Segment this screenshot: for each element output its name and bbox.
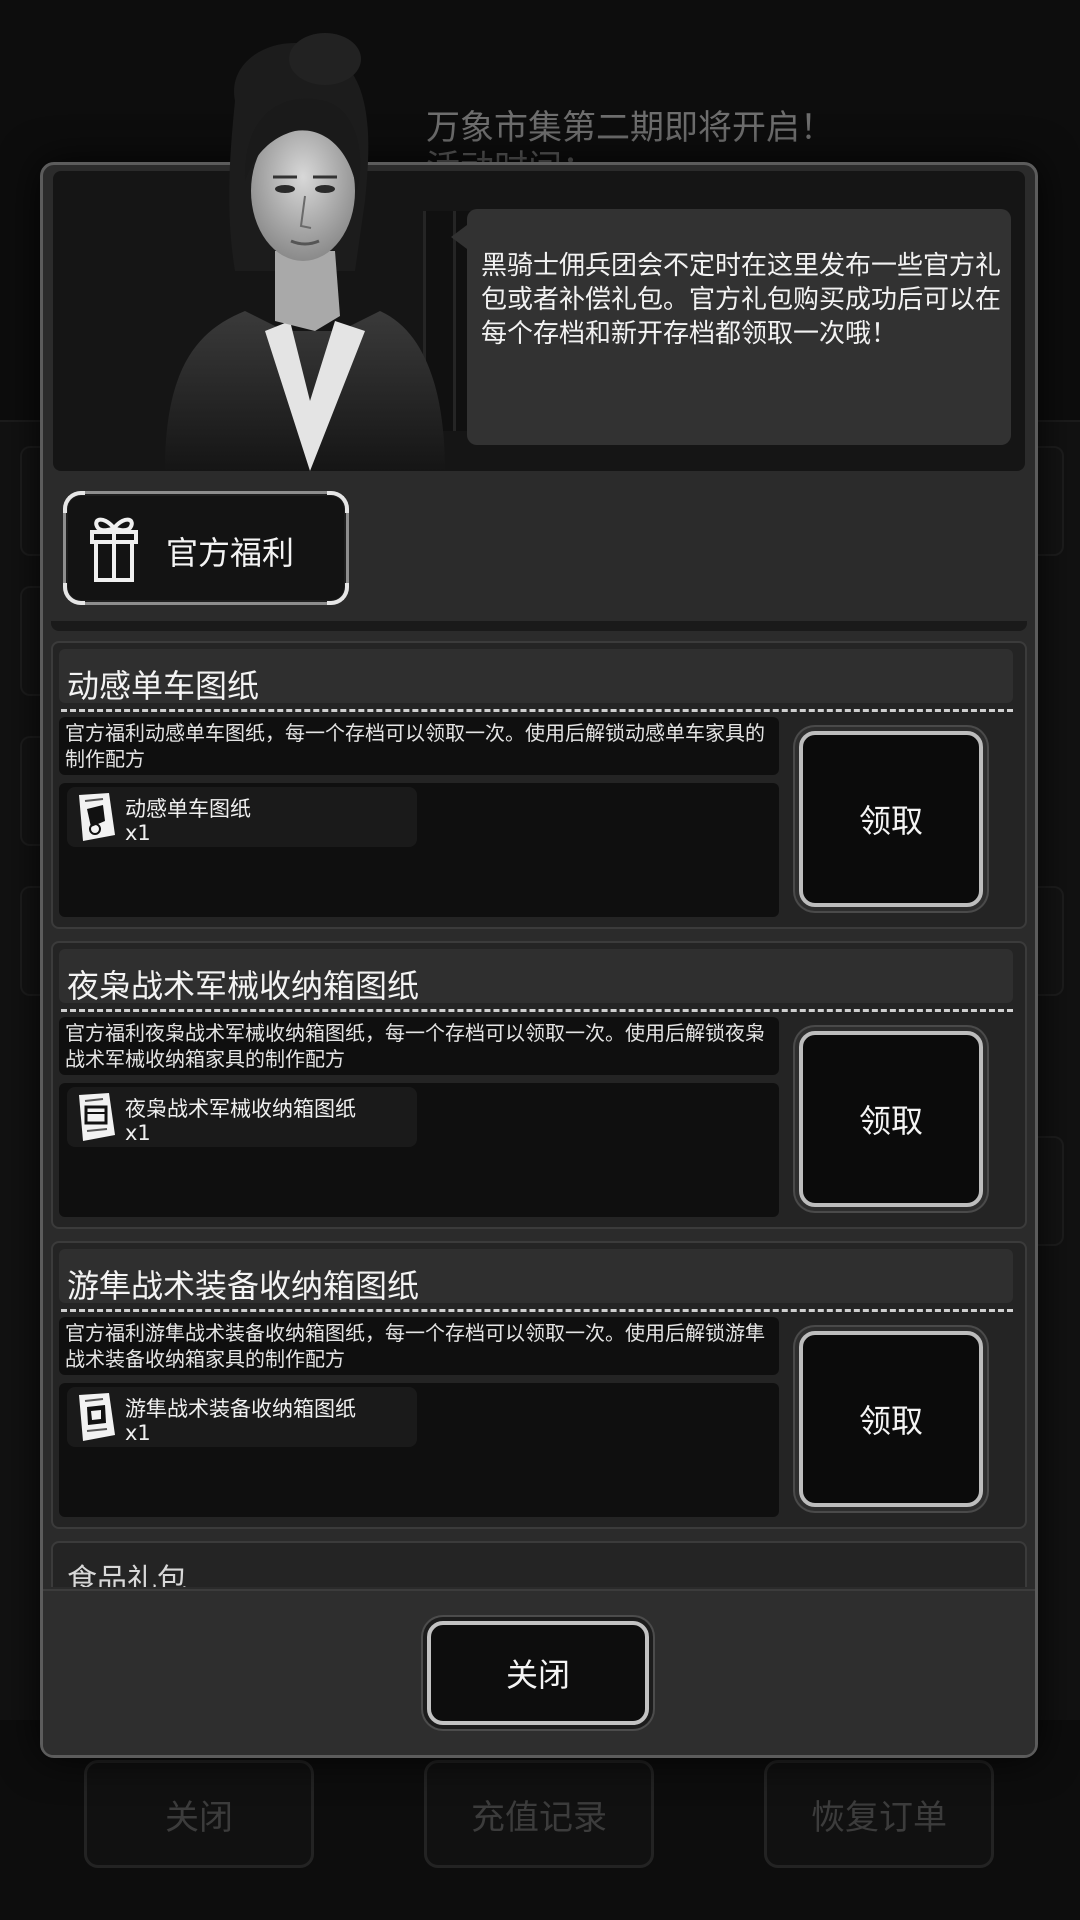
- reward-name: 动感单车图纸: [125, 797, 251, 821]
- tab-corner-decoration: [327, 583, 349, 605]
- card-title-bar: 游隼战术装备收纳箱图纸: [59, 1249, 1013, 1305]
- reward-quantity: x1: [125, 821, 151, 845]
- background-close-button: 关闭: [84, 1760, 314, 1868]
- dialog-footer: 关闭: [43, 1589, 1035, 1755]
- card-title-bar: 动感单车图纸: [59, 649, 1013, 705]
- benefit-card: 食品礼包: [51, 1541, 1027, 1587]
- benefit-card: 夜枭战术军械收纳箱图纸 官方福利夜枭战术军械收纳箱图纸，每一个存档可以领取一次。…: [51, 941, 1027, 1229]
- card-title: 夜枭战术军械收纳箱图纸: [67, 967, 420, 1005]
- gift-icon: [90, 517, 138, 582]
- reward-item[interactable]: 夜枭战术军械收纳箱图纸 x1: [67, 1087, 417, 1147]
- reward-name: 夜枭战术军械收纳箱图纸: [125, 1097, 356, 1121]
- card-title-bar: 夜枭战术军械收纳箱图纸: [59, 949, 1013, 1005]
- background-side-tab: [1034, 446, 1064, 556]
- dialog-banner: 黑骑士佣兵团会不定时在这里发布一些官方礼包或者补偿礼包。官方礼包购买成功后可以在…: [53, 33, 1025, 471]
- official-benefits-dialog: 黑骑士佣兵团会不定时在这里发布一些官方礼包或者补偿礼包。官方礼包购买成功后可以在…: [40, 33, 1038, 1758]
- screen: 万象市集第二期即将开启！ 活动时间： 关闭 充值记录 恢复订单: [0, 0, 1080, 1920]
- tab-label: 官方福利: [166, 534, 295, 572]
- claim-button[interactable]: 领取: [799, 1031, 983, 1207]
- speech-bubble: 黑骑士佣兵团会不定时在这里发布一些官方礼包或者补偿礼包。官方礼包购买成功后可以在…: [451, 209, 1011, 445]
- claim-button[interactable]: 领取: [799, 1331, 983, 1507]
- card-description: 官方福利夜枭战术军械收纳箱图纸，每一个存档可以领取一次。使用后解锁夜枭战术军械收…: [59, 1017, 779, 1075]
- background-recharge-history-button: 充值记录: [424, 1760, 654, 1868]
- card-divider: [61, 1009, 1013, 1012]
- tab-corner-decoration: [327, 491, 349, 513]
- card-title: 动感单车图纸: [67, 667, 260, 705]
- background-side-tab: [1034, 886, 1064, 996]
- card-divider: [61, 709, 1013, 712]
- benefit-list[interactable]: 动感单车图纸 官方福利动感单车图纸，每一个存档可以领取一次。使用后解锁动感单车家…: [51, 621, 1027, 1587]
- reward-name: 游隼战术装备收纳箱图纸: [125, 1397, 356, 1421]
- card-title: 游隼战术装备收纳箱图纸: [67, 1267, 420, 1305]
- tab-official-benefits[interactable]: 官方福利: [63, 491, 349, 605]
- blueprint-icon: [79, 1393, 115, 1441]
- claim-button[interactable]: 领取: [799, 731, 983, 907]
- tab-corner-decoration: [63, 583, 85, 605]
- reward-area: 游隼战术装备收纳箱图纸 x1: [59, 1383, 779, 1517]
- benefit-card: 游隼战术装备收纳箱图纸 官方福利游隼战术装备收纳箱图纸，每一个存档可以领取一次。…: [51, 1241, 1027, 1529]
- character-portrait: [165, 33, 445, 471]
- reward-quantity: x1: [125, 1421, 151, 1445]
- card-description: 官方福利动感单车图纸，每一个存档可以领取一次。使用后解锁动感单车家具的制作配方: [59, 717, 779, 775]
- tab-corner-decoration: [63, 491, 85, 513]
- reward-area: 夜枭战术军械收纳箱图纸 x1: [59, 1083, 779, 1217]
- reward-area: 动感单车图纸 x1: [59, 783, 779, 917]
- background-side-tab: [1034, 1136, 1064, 1246]
- close-button[interactable]: 关闭: [427, 1621, 649, 1725]
- card-description: 官方福利游隼战术装备收纳箱图纸，每一个存档可以领取一次。使用后解锁游隼战术装备收…: [59, 1317, 779, 1375]
- blueprint-icon: [79, 793, 115, 841]
- card-divider: [61, 1309, 1013, 1312]
- list-top-edge: [51, 621, 1027, 631]
- reward-quantity: x1: [125, 1121, 151, 1145]
- reward-item[interactable]: 游隼战术装备收纳箱图纸 x1: [67, 1387, 417, 1447]
- blueprint-icon: [79, 1093, 115, 1141]
- benefit-card: 动感单车图纸 官方福利动感单车图纸，每一个存档可以领取一次。使用后解锁动感单车家…: [51, 641, 1027, 929]
- speech-text: 黑骑士佣兵团会不定时在这里发布一些官方礼包或者补偿礼包。官方礼包购买成功后可以在…: [481, 251, 1002, 349]
- card-title: 食品礼包: [67, 1563, 187, 1587]
- background-restore-order-button: 恢复订单: [764, 1760, 994, 1868]
- reward-item[interactable]: 动感单车图纸 x1: [67, 787, 417, 847]
